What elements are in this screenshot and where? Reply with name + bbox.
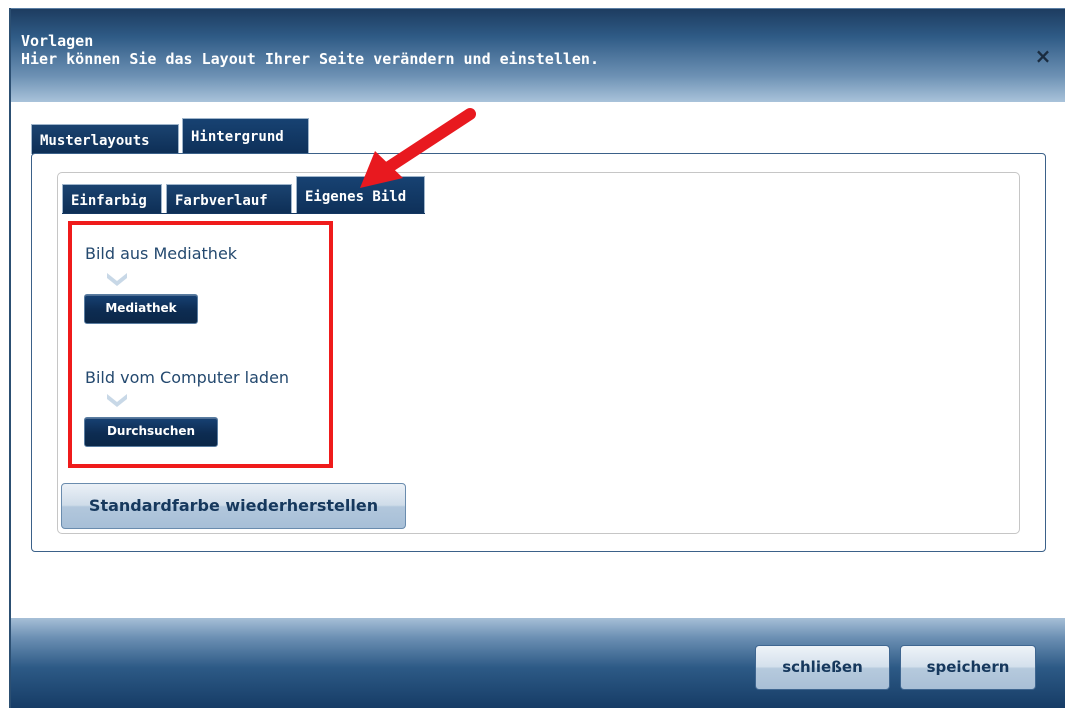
subtab-farbverlauf[interactable]: Farbverlauf [166,184,292,214]
dialog-left-border [9,8,11,708]
tab-musterlayouts-label: Musterlayouts [40,133,150,149]
tab-musterlayouts[interactable]: Musterlayouts [31,124,179,154]
dialog-title: Vorlagen [21,32,94,50]
computer-upload-label: Bild vom Computer laden [85,368,290,387]
chevron-down-icon [107,273,127,286]
subtab-einfarbig[interactable]: Einfarbig [62,184,162,214]
subtab-farbverlauf-label: Farbverlauf [175,193,268,209]
subtab-einfarbig-label: Einfarbig [71,193,147,209]
tab-hintergrund-label: Hintergrund [191,129,284,145]
mediathek-button[interactable]: Mediathek [84,294,198,324]
save-button[interactable]: speichern [900,645,1036,690]
browse-button[interactable]: Durchsuchen [84,417,218,447]
subtab-baseline [62,213,425,214]
close-icon[interactable]: × [1033,46,1053,66]
chevron-down-icon [107,394,127,407]
close-button[interactable]: schließen [755,645,890,690]
media-library-label: Bild aus Mediathek [85,244,238,263]
dialog-subtitle: Hier können Sie das Layout Ihrer Seite v… [21,50,599,68]
red-arrow-icon [360,108,476,188]
reset-color-button[interactable]: Standardfarbe wiederherstellen [61,483,406,529]
template-dialog: Vorlagen Hier können Sie das Layout Ihre… [0,0,1065,708]
tab-hintergrund[interactable]: Hintergrund [182,118,309,154]
